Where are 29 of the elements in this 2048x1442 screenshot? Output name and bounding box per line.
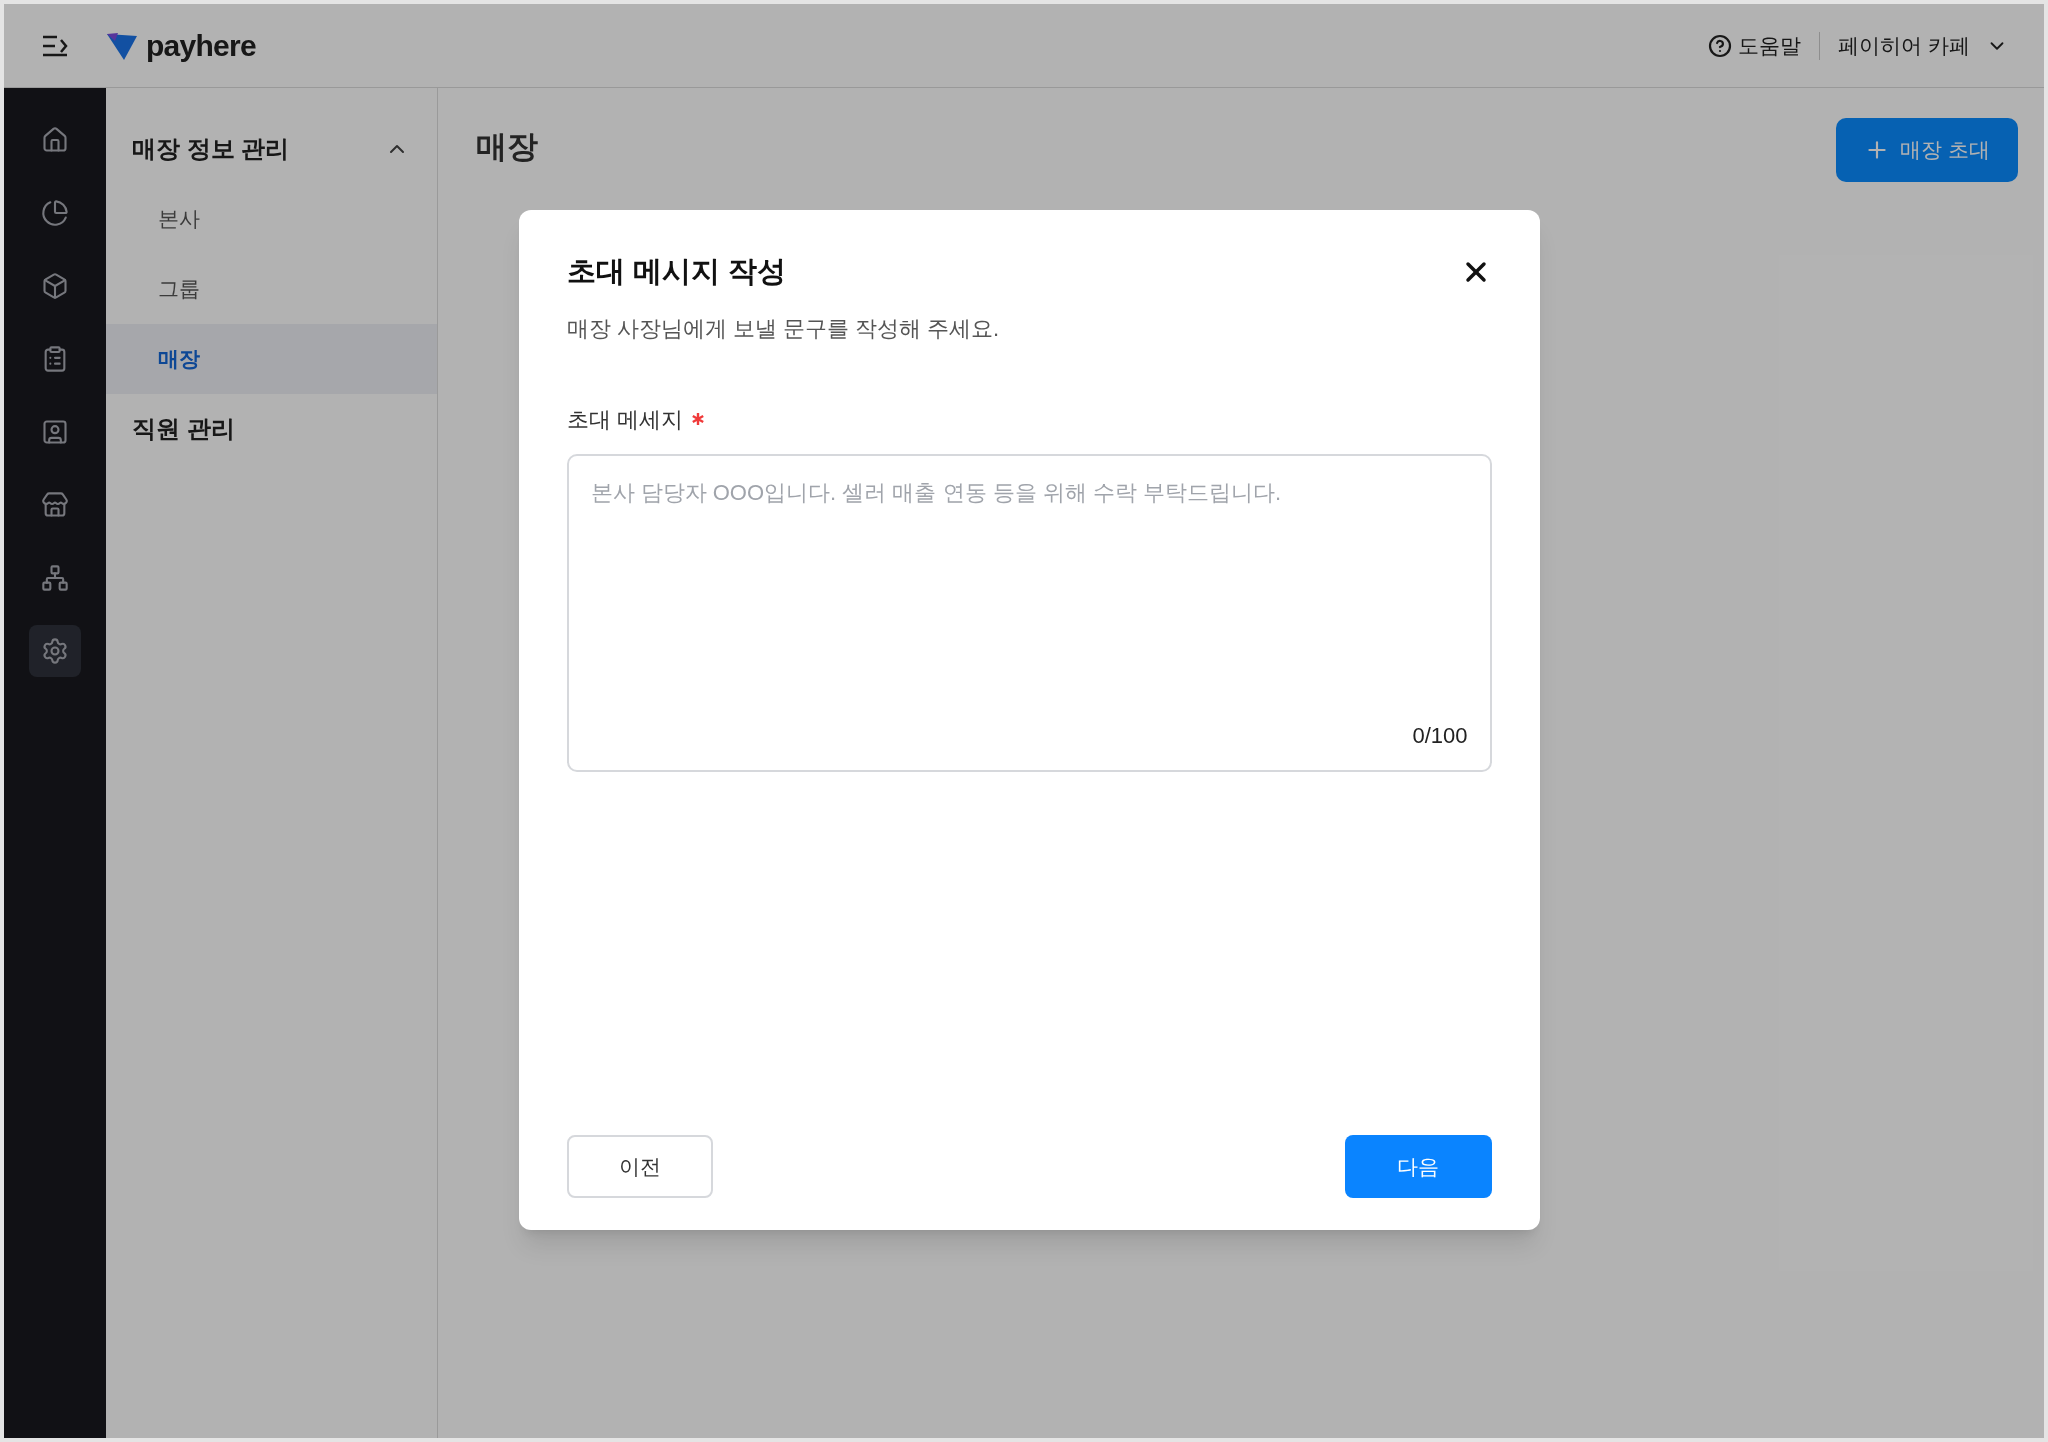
submenu-item[interactable]: 본사 [106, 184, 437, 254]
submenu-item[interactable]: 그룹 [106, 254, 437, 324]
store-icon [41, 491, 69, 519]
contact-card-icon [41, 418, 69, 446]
settings-icon [41, 637, 69, 665]
menu-group[interactable]: 매장 정보 관리 [106, 114, 437, 184]
cube-icon [41, 272, 69, 300]
message-input[interactable]: 본사 담당자 OOO입니다. 셀러 매출 연동 등을 위해 수락 부탁드립니다. [590, 475, 1468, 719]
back-button[interactable]: 이전 [566, 1135, 713, 1198]
pie-chart-icon [41, 199, 69, 227]
menu-group-label: 매장 정보 관리 [132, 134, 290, 164]
help-link[interactable]: 도움말 [1738, 29, 1802, 62]
next-button[interactable]: 다음 [1344, 1135, 1492, 1198]
logo-icon [106, 30, 138, 61]
rail-item[interactable] [29, 625, 81, 677]
submenu-item[interactable]: 매장 [106, 324, 437, 394]
page-title: 매장 [476, 128, 538, 166]
store-name[interactable]: 페이히어 카페 [1838, 29, 1970, 62]
logo-text: payhere [146, 28, 256, 64]
menu-group-label: 직원 관리 [132, 414, 235, 444]
network-icon [41, 564, 69, 592]
menu-group[interactable]: 직원 관리 [106, 394, 437, 464]
home-icon [41, 126, 69, 154]
message-textarea[interactable]: 본사 담당자 OOO입니다. 셀러 매출 연동 등을 위해 수락 부탁드립니다. 0/100 [566, 453, 1492, 772]
field-label: 초대 메세지 [566, 405, 683, 434]
dialog-subtitle: 매장 사장님에게 보낼 문구를 작성해 주세요. [566, 314, 1001, 343]
help-icon[interactable] [1708, 33, 1733, 58]
dialog-title: 초대 메시지 작성 [566, 254, 786, 289]
character-counter: 0/100 [1412, 721, 1468, 750]
